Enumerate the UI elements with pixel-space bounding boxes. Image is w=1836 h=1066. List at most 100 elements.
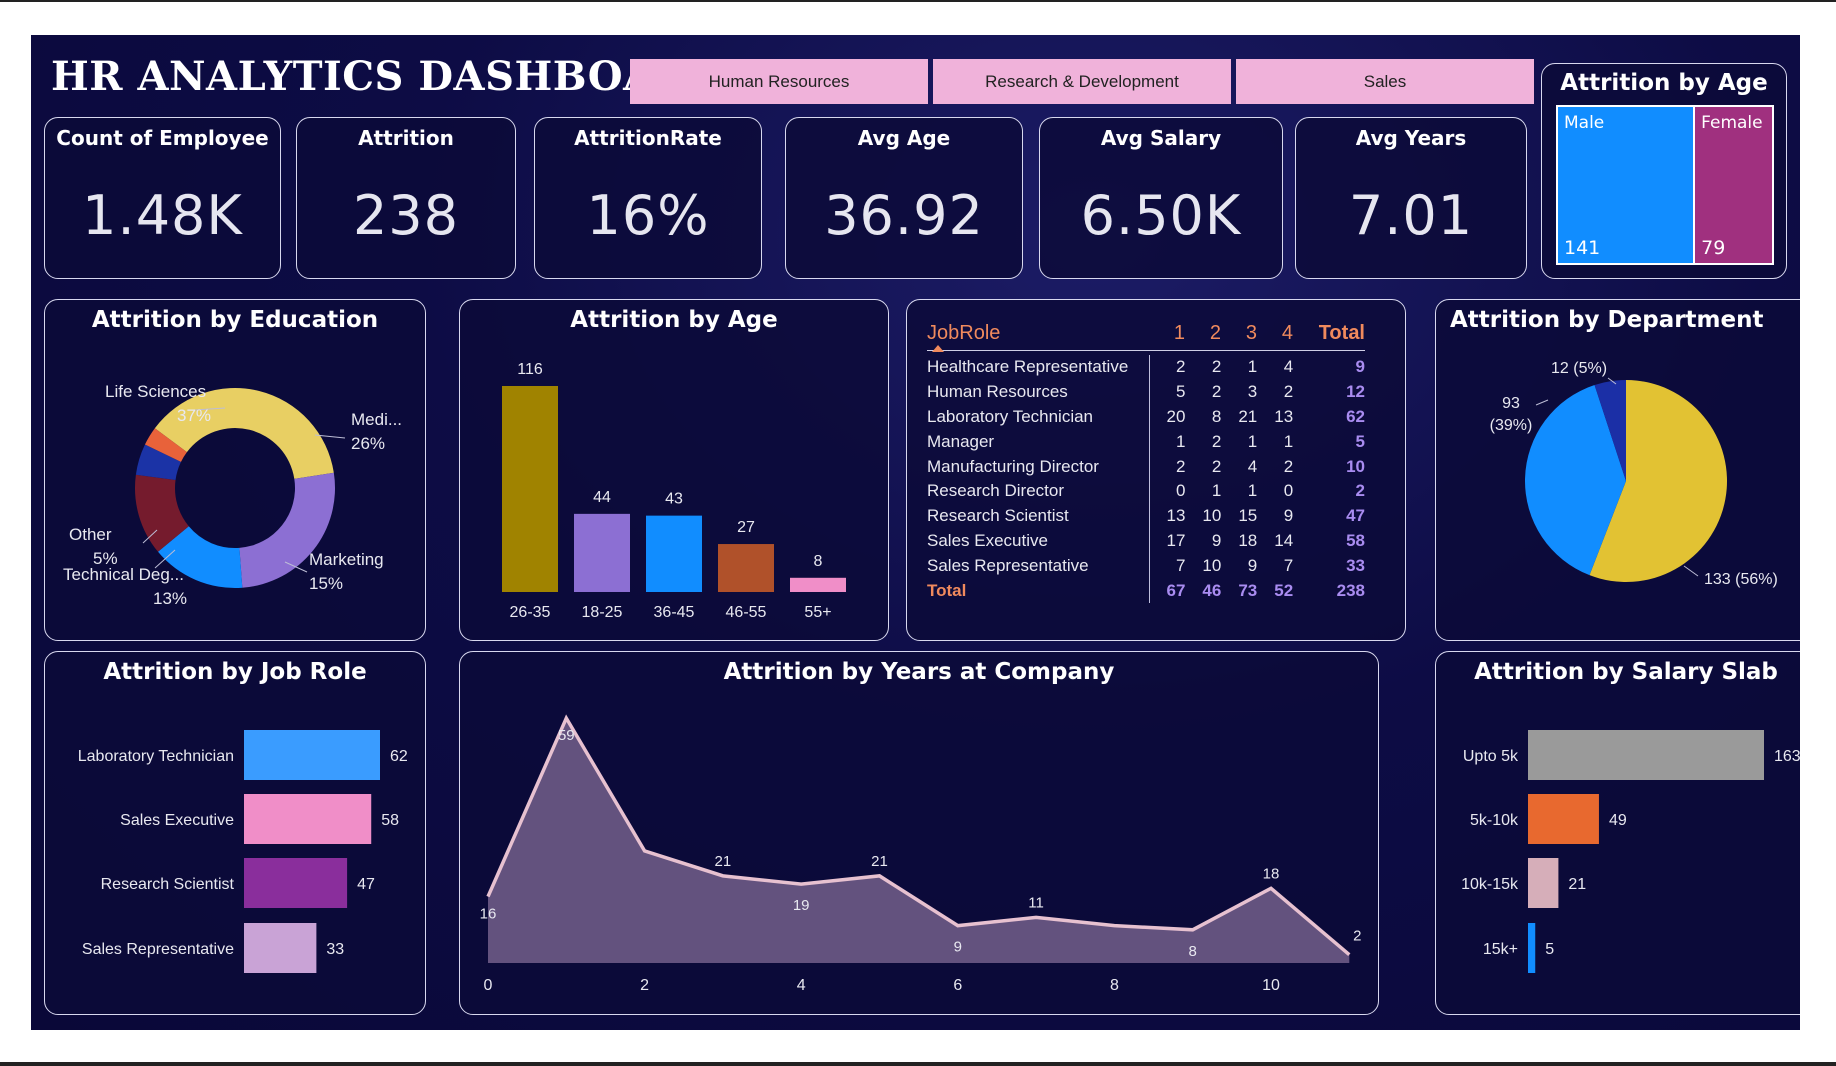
matrix-cell: 1 <box>1211 481 1222 501</box>
matrix-cell: 1 <box>1247 481 1258 501</box>
bar-value-label: 58 <box>381 812 399 829</box>
matrix-cell: 13 <box>1274 406 1294 426</box>
header-col-4[interactable]: 4 <box>1257 322 1293 345</box>
bar-category-label: 5k-10k <box>1470 812 1519 829</box>
point-value-label: 9 <box>954 939 962 956</box>
matrix-cell: 1 <box>1175 431 1186 451</box>
matrix-cell: 17 <box>1166 530 1186 550</box>
kpi-value: 238 <box>352 184 460 247</box>
donut-percent-label: 26% <box>351 434 385 453</box>
matrix-cell: 2 <box>1283 456 1294 476</box>
bar-value-label: 5 <box>1545 941 1554 958</box>
matrix-cell: 18 <box>1238 530 1258 550</box>
bar-value-label: 49 <box>1609 812 1627 829</box>
salary-chart-card[interactable]: Attrition by Salary Slab Upto 5k 163 5k-10… <box>1435 651 1800 1015</box>
matrix-row-label: Human Resources <box>927 379 1150 405</box>
point-value-label: 11 <box>1028 894 1044 911</box>
matrix-cell: 3 <box>1247 382 1258 402</box>
age-chart-card[interactable]: Attrition by Age 116 26-35 44 18-25 43 36-45 2… <box>459 299 889 641</box>
age-bar <box>718 544 774 592</box>
point-value-label: 21 <box>871 853 888 870</box>
bar-value-label: 8 <box>814 553 823 570</box>
header-col-1[interactable]: 1 <box>1149 322 1185 345</box>
slicer-human-resources[interactable]: Human Resources <box>630 59 928 104</box>
area-fill <box>488 718 1350 963</box>
treemap-tile-male[interactable]: Male 141 <box>1558 107 1696 263</box>
total-cell: 67 <box>1166 580 1186 600</box>
bar-value-label: 116 <box>517 361 543 378</box>
years-chart-card[interactable]: Attrition by Years at Company 16 59 21 19 21… <box>459 651 1379 1015</box>
hbar <box>244 858 348 908</box>
sort-up-icon[interactable] <box>932 345 944 352</box>
gender-treemap-card[interactable]: Attrition by Age Male 141 Female 79 <box>1541 63 1787 279</box>
bar-category-label: Laboratory Technician <box>78 748 234 765</box>
matrix-row-label: Laboratory Technician <box>927 404 1150 430</box>
kpi-value: 7.01 <box>1348 184 1474 247</box>
matrix-cell: 1 <box>1247 431 1258 451</box>
slicer-sales[interactable]: Sales <box>1236 59 1534 104</box>
years-area-chart: 16 59 21 19 21 9 11 8 18 2 0 2 4 6 8 10 <box>480 714 1361 994</box>
bar-value-label: 163 <box>1774 748 1800 765</box>
kpi-label: Count of Employee <box>56 126 269 150</box>
matrix-cell: 15 <box>1238 506 1258 526</box>
kpi-card-count-of-employee[interactable]: Count of Employee 1.48K <box>44 117 281 279</box>
jobrole-matrix-card[interactable]: JobRole 1 2 3 4 Total Healthcare Represe… <box>906 299 1406 641</box>
matrix-row-label: Research Director <box>927 478 1150 504</box>
department-chart-card[interactable]: Attrition by Department 133 (56%) 93 (39%)… <box>1435 299 1800 641</box>
header-col-3[interactable]: 3 <box>1221 322 1257 345</box>
hbar <box>1528 923 1536 973</box>
age-bar-chart: 116 26-35 44 18-25 43 36-45 27 46-55 8 55+ <box>502 361 846 621</box>
kpi-label: Avg Salary <box>1100 126 1222 150</box>
matrix-cell: 2 <box>1211 357 1222 377</box>
bar-category-label: 46-55 <box>726 604 767 621</box>
donut-slice <box>239 472 335 588</box>
point-value-label: 18 <box>1263 865 1280 882</box>
matrix-row: Laboratory Technician 20 8 21 13 62 <box>927 404 1365 430</box>
matrix-cell: 1 <box>1247 357 1258 377</box>
kpi-label: Avg Age <box>857 126 951 150</box>
education-chart-card[interactable]: Attrition by Education Life Sciences 37% M… <box>44 299 426 641</box>
window-frame-top <box>0 0 1836 2</box>
matrix-cell: 10 <box>1202 555 1222 575</box>
point-value-label: 59 <box>558 727 575 744</box>
age-bar <box>574 513 630 592</box>
bar-category-label: Upto 5k <box>1463 748 1519 765</box>
slicer-research-development[interactable]: Research & Development <box>933 59 1231 104</box>
dashboard-canvas: HR ANALYTICS DASHBOARD Human Resources R… <box>31 35 1800 1030</box>
bar-category-label: 26-35 <box>510 604 551 621</box>
header-total[interactable]: Total <box>1293 322 1365 345</box>
matrix-cell: 2 <box>1355 481 1366 501</box>
salary-bar-chart: Upto 5k 163 5k-10k 49 10k-15k 21 15k+ 5 <box>1461 730 1800 973</box>
matrix-cell: 4 <box>1247 456 1258 476</box>
kpi-card-avg-salary[interactable]: Avg Salary 6.50K <box>1039 117 1283 279</box>
panel-title: Attrition by Age <box>1560 70 1768 96</box>
bar-category-label: 36-45 <box>654 604 695 621</box>
header-col-2[interactable]: 2 <box>1185 322 1221 345</box>
x-tick-label: 2 <box>640 977 649 994</box>
label-leader-line <box>1535 399 1549 406</box>
matrix-cell: 1 <box>1283 431 1294 451</box>
kpi-card-avg-age[interactable]: Avg Age 36.92 <box>785 117 1023 279</box>
donut-percent-label: 5% <box>93 549 118 568</box>
matrix-cell: 0 <box>1175 481 1186 501</box>
kpi-card-attrition-rate[interactable]: AttritionRate 16% <box>534 117 762 279</box>
kpi-card-attrition[interactable]: Attrition 238 <box>296 117 516 279</box>
matrix-cell: 10 <box>1346 456 1366 476</box>
bar-value-label: 21 <box>1568 876 1586 893</box>
treemap-tile-female[interactable]: Female 79 <box>1695 107 1772 263</box>
kpi-card-avg-years[interactable]: Avg Years 7.01 <box>1295 117 1527 279</box>
jobrole-chart-card[interactable]: Attrition by Job Role Laboratory Technic… <box>44 651 426 1015</box>
bar-value-label: 62 <box>390 748 408 765</box>
age-bar <box>502 386 558 592</box>
matrix-cell: 47 <box>1346 506 1366 526</box>
header-jobrole[interactable]: JobRole <box>927 316 1149 350</box>
matrix-body: Healthcare Representative 2 2 1 4 9 Human Reso… <box>927 351 1366 579</box>
donut-category-label: Life Sciences <box>105 382 206 401</box>
bar-category-label: Sales Executive <box>120 812 234 829</box>
kpi-label: AttritionRate <box>574 126 722 150</box>
matrix-cell: 5 <box>1355 431 1366 451</box>
bar-category-label: 15k+ <box>1483 941 1518 958</box>
x-tick-label: 8 <box>1110 977 1119 994</box>
tile-label: Male <box>1564 113 1605 133</box>
total-label: Total <box>927 578 1150 603</box>
